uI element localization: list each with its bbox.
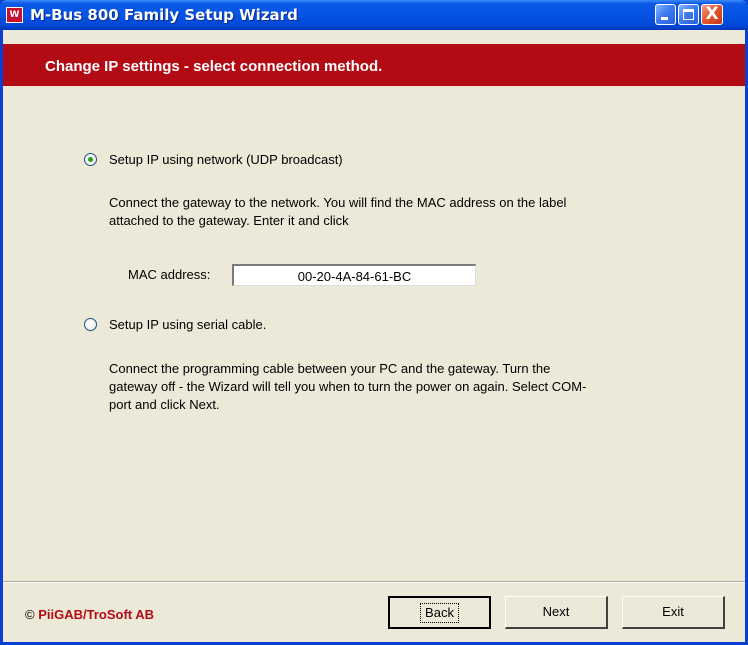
back-button-label: Back — [420, 603, 459, 623]
radio-network-label[interactable]: Setup IP using network (UDP broadcast) — [109, 152, 343, 167]
radio-network[interactable] — [84, 153, 97, 166]
header-band: Change IP settings - select connection m… — [3, 44, 745, 86]
mac-address-input[interactable] — [232, 264, 476, 286]
close-glyph: X — [705, 4, 719, 24]
company-name: PiiGAB/TroSoft AB — [38, 607, 155, 622]
minimize-icon[interactable] — [655, 4, 676, 25]
radio-serial-label[interactable]: Setup IP using serial cable. — [109, 317, 266, 332]
copyright-symbol: © — [25, 607, 35, 622]
network-description: Connect the gateway to the network. You … — [109, 195, 567, 228]
exit-button[interactable]: Exit — [622, 596, 725, 629]
copyright-text: © PiiGAB/TroSoft AB — [25, 607, 154, 622]
window-title: M-Bus 800 Family Setup Wizard — [30, 6, 298, 24]
exit-button-label: Exit — [662, 604, 684, 619]
serial-description: Connect the programming cable between yo… — [109, 361, 587, 412]
maximize-icon[interactable] — [678, 4, 699, 25]
back-button[interactable]: Back — [388, 596, 491, 629]
wizard-client-area: Change IP settings - select connection m… — [3, 30, 745, 642]
page-heading: Change IP settings - select connection m… — [45, 58, 383, 75]
title-bar[interactable]: W M-Bus 800 Family Setup Wizard X — [0, 0, 748, 30]
next-button[interactable]: Next — [505, 596, 608, 629]
radio-serial[interactable] — [84, 318, 97, 331]
next-button-label: Next — [542, 604, 570, 619]
mac-address-label: MAC address: — [128, 267, 211, 282]
app-w-icon[interactable]: W — [6, 7, 23, 23]
wizard-window: W M-Bus 800 Family Setup Wizard X Change… — [0, 0, 748, 645]
footer-divider-highlight — [3, 582, 745, 583]
close-icon[interactable]: X — [701, 4, 723, 25]
